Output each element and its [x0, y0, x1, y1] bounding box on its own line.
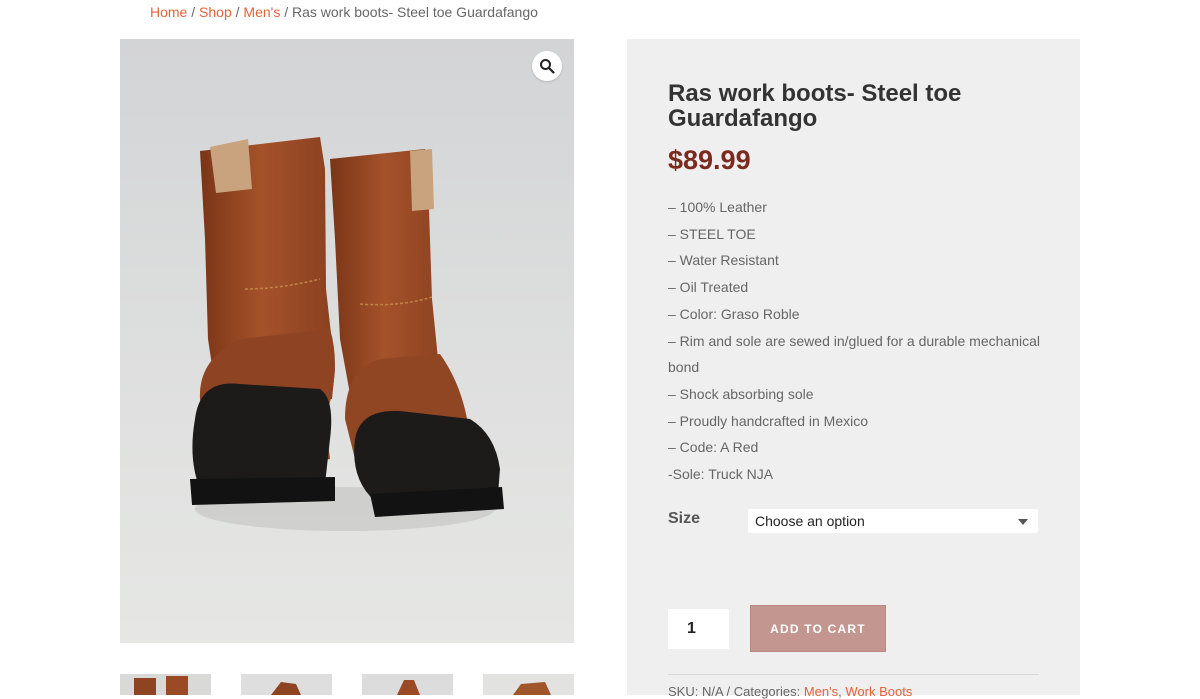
breadcrumb-home-link[interactable]: Home	[150, 4, 187, 20]
quantity-input[interactable]: 1	[668, 609, 729, 649]
product-price: $89.99	[668, 145, 751, 175]
boots-photo	[120, 39, 574, 643]
description-line: – Color: Graso Roble	[668, 305, 800, 322]
description-line: – Shock absorbing sole	[668, 385, 814, 402]
thumbnail-strip	[120, 674, 574, 695]
category-link-mens[interactable]: Men's	[804, 684, 838, 699]
thumbnail-image	[483, 674, 574, 695]
description-line: – Proudly handcrafted in Mexico	[668, 412, 868, 429]
quantity-value: 1	[687, 620, 696, 637]
category-link-work-boots[interactable]: Work Boots	[845, 684, 912, 699]
description-line: -Sole: Truck NJA	[668, 466, 774, 483]
sku-categories-text: SKU: N/A / Categories:	[668, 684, 804, 699]
magnifier-icon	[540, 59, 555, 74]
breadcrumb-category-link[interactable]: Men's	[243, 4, 280, 20]
thumbnail-3[interactable]	[362, 674, 453, 695]
breadcrumb-current: Ras work boots- Steel toe Guardafango	[292, 4, 538, 20]
breadcrumb-shop-link[interactable]: Shop	[199, 4, 232, 20]
description-line: – Water Resistant	[668, 252, 779, 269]
thumbnail-2[interactable]	[241, 674, 332, 695]
thumbnail-image	[362, 674, 453, 695]
zoom-button[interactable]	[532, 51, 562, 81]
description-line: – Oil Treated	[668, 279, 749, 296]
thumbnail-4[interactable]	[483, 674, 574, 695]
product-summary: Ras work boots- Steel toe Guardafango $8…	[627, 39, 1080, 699]
left-boot	[190, 137, 335, 505]
description-line: – Code: A Red	[668, 439, 759, 456]
product-title: Ras work boots- Steel toe Guardafango	[668, 80, 962, 132]
thumbnail-image	[120, 674, 211, 695]
product-description: – 100% Leather – STEEL TOE – Water Resis…	[668, 194, 1048, 488]
size-label: Size	[668, 510, 701, 527]
thumbnail-image	[241, 674, 332, 695]
size-select[interactable]: Choose an option	[748, 509, 1038, 533]
breadcrumb-separator: /	[280, 4, 292, 20]
description-line: – 100% Leather	[668, 199, 767, 215]
breadcrumb-separator: /	[231, 4, 244, 20]
size-select-value: Choose an option	[755, 513, 865, 529]
add-to-cart-button[interactable]: ADD TO CART	[750, 605, 886, 652]
description-line: – Rim and sole are sewed in/glued for a …	[668, 332, 1040, 376]
description-line: – STEEL TOE	[668, 225, 756, 242]
product-meta: SKU: N/A / Categories: Men's, Work Boots	[668, 684, 912, 699]
thumbnail-1[interactable]	[120, 674, 211, 695]
product-main-image[interactable]	[120, 39, 574, 643]
breadcrumb: Home / Shop / Men's / Ras work boots- St…	[150, 4, 538, 20]
chevron-down-icon	[1018, 519, 1028, 525]
divider	[668, 674, 1039, 675]
breadcrumb-separator: /	[187, 4, 200, 20]
